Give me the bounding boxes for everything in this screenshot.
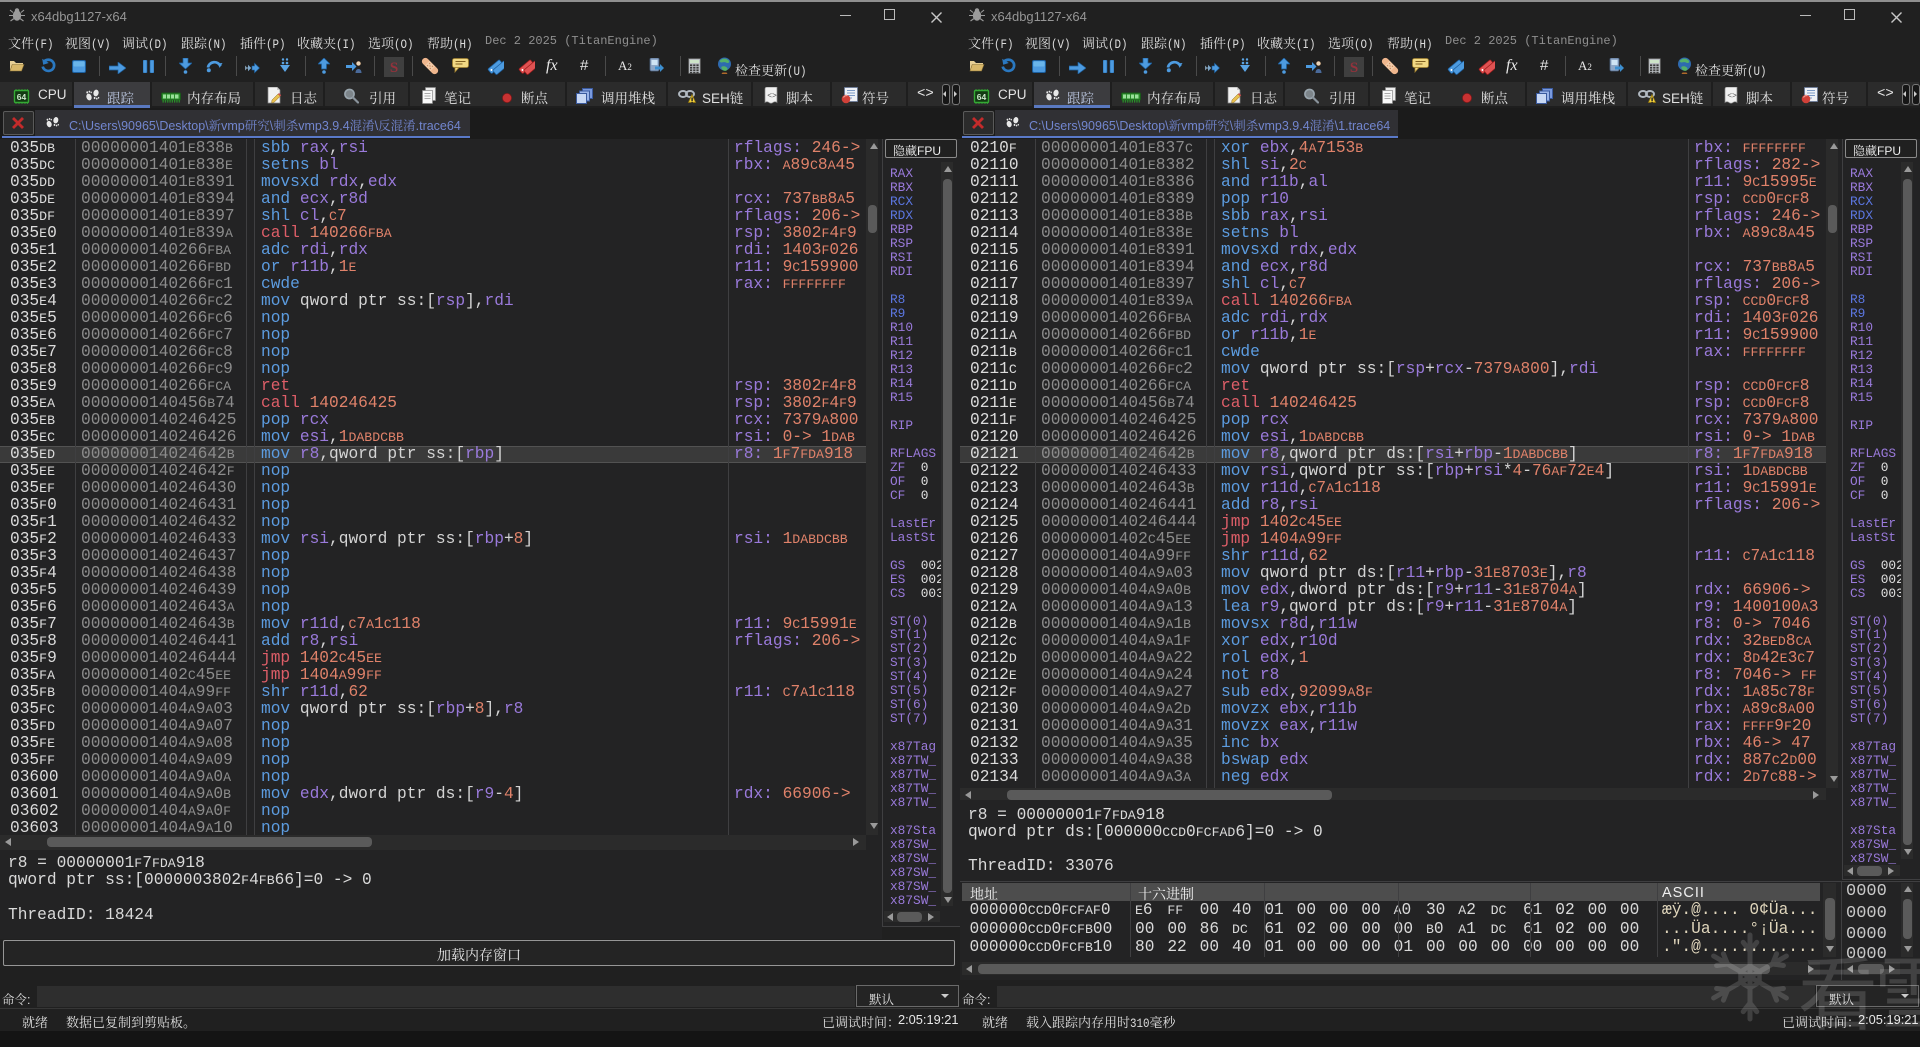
svg-text:64: 64 bbox=[977, 92, 987, 102]
svg-text:64: 64 bbox=[17, 92, 27, 102]
svg-text:S: S bbox=[1350, 60, 1358, 76]
svg-text:S: S bbox=[390, 60, 398, 76]
svg-text:<>: <> bbox=[767, 92, 777, 101]
svg-text:<>: <> bbox=[1727, 92, 1737, 101]
